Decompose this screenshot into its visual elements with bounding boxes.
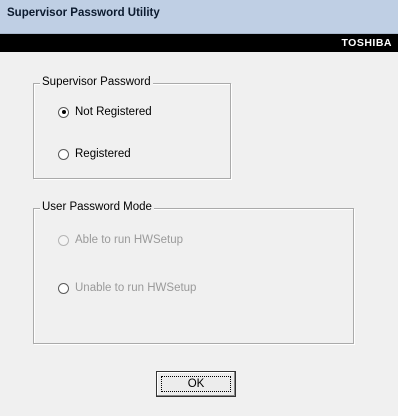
radio-able-to-run-hwsetup[interactable]: Able to run HWSetup (58, 234, 183, 246)
radio-not-registered-label: Not Registered (75, 106, 152, 118)
user-password-mode-group: User Password Mode Able to run HWSetup U… (33, 201, 354, 344)
brand-banner: TOSHIBA (0, 34, 398, 52)
supervisor-password-window: Supervisor Password Utility TOSHIBA Supe… (0, 0, 398, 416)
toshiba-logo: TOSHIBA (341, 37, 392, 49)
radio-unable-to-run-hwsetup[interactable]: Unable to run HWSetup (58, 282, 196, 294)
radio-button-icon[interactable] (58, 106, 69, 118)
window-title: Supervisor Password Utility (7, 7, 160, 19)
ok-button-label: OK (187, 378, 205, 390)
radio-able-label: Able to run HWSetup (75, 234, 184, 246)
radio-registered-label: Registered (75, 148, 131, 160)
ok-button[interactable]: OK (156, 371, 236, 397)
radio-registered[interactable]: Registered (58, 148, 131, 160)
supervisor-password-group: Supervisor Password Not Registered Regis… (33, 76, 231, 179)
user-password-mode-legend: User Password Mode (40, 201, 154, 213)
ok-button-focus: OK (161, 376, 231, 392)
radio-button-icon[interactable] (58, 148, 69, 160)
title-bar[interactable]: Supervisor Password Utility (0, 0, 398, 34)
radio-unable-label: Unable to run HWSetup (75, 282, 197, 294)
radio-button-icon[interactable] (58, 234, 69, 246)
radio-button-icon[interactable] (58, 282, 69, 294)
supervisor-password-legend: Supervisor Password (40, 76, 153, 88)
radio-not-registered[interactable]: Not Registered (58, 106, 152, 118)
